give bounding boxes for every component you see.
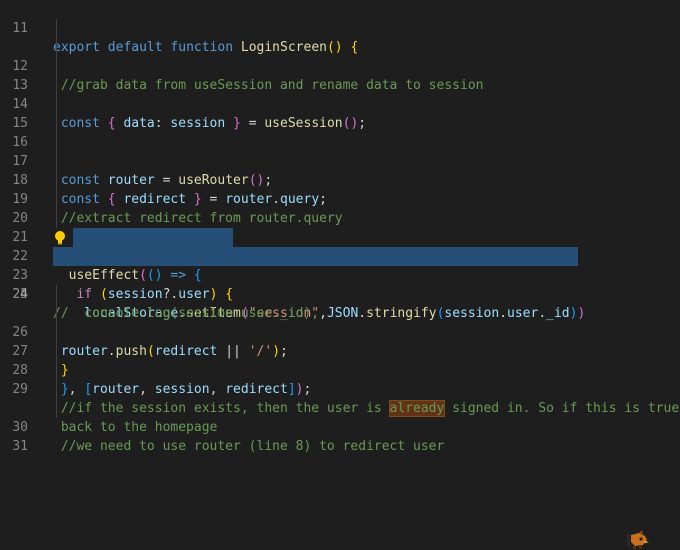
code-line[interactable]: 17 const router = useRouter();: [0, 114, 680, 188]
code-line[interactable]: 26 router.push(redirect || '/');: [0, 285, 680, 359]
code-editor[interactable]: 11 export default function LoginScreen()…: [0, 0, 680, 549]
code-line[interactable]: 20: [0, 171, 680, 226]
indent-guide: [56, 285, 57, 304]
code-line[interactable]: 21 //import this from line 2/react: [0, 190, 680, 264]
indent-guide: [56, 304, 57, 323]
code-line[interactable]: 16: [0, 95, 680, 150]
indent-guide: [56, 114, 57, 133]
indent-guide: [56, 38, 57, 57]
indent-guide: [56, 342, 57, 361]
indent-guide: [56, 190, 57, 209]
code-line[interactable]: 25 // console.log(session.user._id),: [0, 266, 680, 549]
code-line[interactable]: 14 const { data: session } = useSession(…: [0, 57, 680, 131]
code-token: //we need to use router (line 8) to redi…: [53, 439, 445, 454]
lightbulb-icon[interactable]: [53, 230, 67, 245]
indent-guide: [56, 361, 57, 380]
line-number: 31: [12, 439, 28, 454]
code-line[interactable]: 22 useEffect(() => {: [0, 209, 680, 283]
indent-guide: [56, 95, 57, 114]
line-code: //we need to use router (line 8) to redi…: [53, 437, 445, 456]
line-code: back to the homepage: [53, 418, 218, 437]
indent-guide: [56, 323, 57, 342]
indent-guide: [56, 171, 57, 190]
code-line[interactable]: 15: [0, 76, 680, 131]
indent-guide: [56, 380, 57, 399]
indent-guide: [56, 399, 57, 418]
code-line[interactable]: 11 export default function LoginScreen()…: [0, 0, 680, 55]
code-line[interactable]: 18 const { redirect } = router.query;: [0, 133, 680, 207]
code-line-current[interactable]: 24 localStorage.setItem("session",JSON.s…: [0, 247, 680, 321]
indent-guide: [56, 133, 57, 152]
code-line[interactable]: 31: [0, 399, 680, 454]
code-line[interactable]: 29 //if the session exists, then the use…: [0, 342, 680, 417]
selection-highlight: [73, 228, 233, 247]
mascot-icon: [627, 530, 649, 549]
indent-guide: [56, 19, 57, 38]
code-line[interactable]: 28 }, [router, session, redirect]);: [0, 323, 680, 397]
code-line[interactable]: 19 //extract redirect from router.query: [0, 152, 680, 226]
code-line[interactable]: 27 }: [0, 304, 680, 378]
code-line[interactable]: 30 //we need to use router (line 8) to r…: [0, 380, 680, 454]
code-line[interactable]: 13: [0, 38, 680, 93]
indent-guide: [56, 152, 57, 171]
code-line-selected[interactable]: 23 if (session?.user) {: [0, 228, 680, 302]
code-line-wrapped[interactable]: back to the homepage: [0, 361, 680, 435]
selection-highlight: [53, 247, 578, 266]
code-token: back to the homepage: [53, 420, 218, 435]
code-line[interactable]: 12 //grab data from useSession and renam…: [0, 19, 680, 93]
indent-guide: [56, 209, 57, 228]
indent-guide: [56, 57, 57, 76]
indent-guide: [56, 76, 57, 95]
